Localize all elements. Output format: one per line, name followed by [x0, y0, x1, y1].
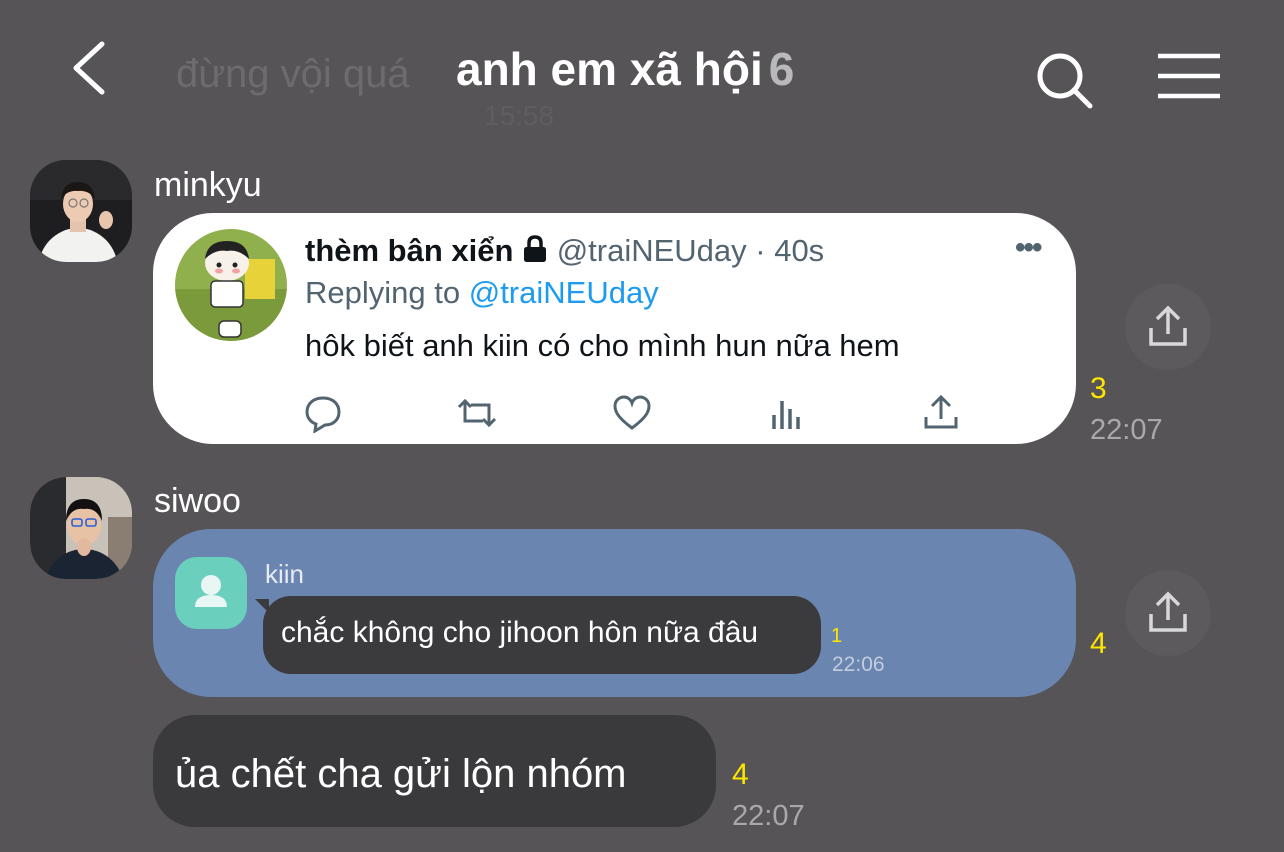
hamburger-menu-icon[interactable]: [1156, 52, 1222, 102]
upload-share-icon: [1149, 305, 1187, 346]
sender-name: minkyu: [154, 166, 262, 204]
tweet-handle-time: @traiNEUday · 40s: [556, 233, 825, 268]
forwarded-time: 22:06: [832, 653, 885, 676]
tweet-text: hôk biết anh kiin có cho mình hun nữa he…: [305, 328, 900, 363]
forwarded-message-card[interactable]: kiin chắc không cho jihoon hôn nữa đâu 1…: [153, 529, 1076, 697]
search-icon[interactable]: [1034, 50, 1094, 110]
avatar-siwoo[interactable]: [30, 477, 132, 579]
message-time: 22:07: [1090, 414, 1163, 446]
forwarded-unread-count: 1: [831, 625, 843, 647]
replying-to: Replying to @traiNEUday: [305, 275, 659, 311]
person-photo-icon: [30, 477, 132, 579]
message-text: ủa chết cha gửi lộn nhóm: [175, 752, 627, 796]
unread-count: 4: [1090, 627, 1107, 660]
forwarded-sender-name: kiin: [265, 559, 305, 589]
chevron-left-icon[interactable]: [66, 38, 118, 98]
forwarded-text: chắc không cho jihoon hôn nữa đâu: [281, 616, 759, 649]
reply-icon[interactable]: [303, 393, 343, 433]
tweet-display-name: thèm bân xiển: [305, 233, 514, 268]
person-photo-icon: [30, 160, 132, 262]
lock-icon: [524, 235, 547, 262]
share-icon[interactable]: [921, 393, 961, 433]
forward-button[interactable]: [1125, 284, 1211, 370]
person-icon: [195, 575, 227, 607]
sender-name: siwoo: [154, 482, 241, 520]
forward-button[interactable]: [1125, 570, 1211, 656]
default-avatar: [175, 557, 247, 629]
like-icon[interactable]: [612, 393, 652, 433]
message-bubble[interactable]: ủa chết cha gửi lộn nhóm: [153, 715, 716, 827]
replying-mention[interactable]: @traiNEUday: [469, 275, 659, 310]
chat-title: anh em xã hội 6: [456, 42, 794, 96]
avatar-minkyu[interactable]: [30, 160, 132, 262]
upload-share-icon: [1149, 591, 1187, 632]
tweet-avatar: [175, 229, 287, 341]
previous-message-time: 15:58: [484, 100, 555, 131]
more-options-icon[interactable]: •••: [1015, 231, 1042, 265]
views-icon[interactable]: [767, 393, 807, 433]
previous-message-text: đừng vội quá: [176, 52, 410, 96]
replying-prefix: Replying to: [305, 275, 461, 310]
tweet-header: thèm bân xiển @traiNEUday · 40s: [305, 233, 824, 269]
message-time: 22:07: [732, 800, 805, 832]
tweet-card[interactable]: thèm bân xiển @traiNEUday · 40s ••• Repl…: [153, 213, 1076, 444]
forwarded-bubble: chắc không cho jihoon hôn nữa đâu: [263, 596, 821, 674]
cartoon-avatar-icon: [175, 229, 287, 341]
unread-count: 4: [732, 758, 749, 791]
unread-count: 3: [1090, 372, 1107, 405]
retweet-icon[interactable]: [457, 393, 497, 433]
member-count: 6: [768, 43, 795, 95]
chat-name: anh em xã hội: [456, 43, 763, 95]
